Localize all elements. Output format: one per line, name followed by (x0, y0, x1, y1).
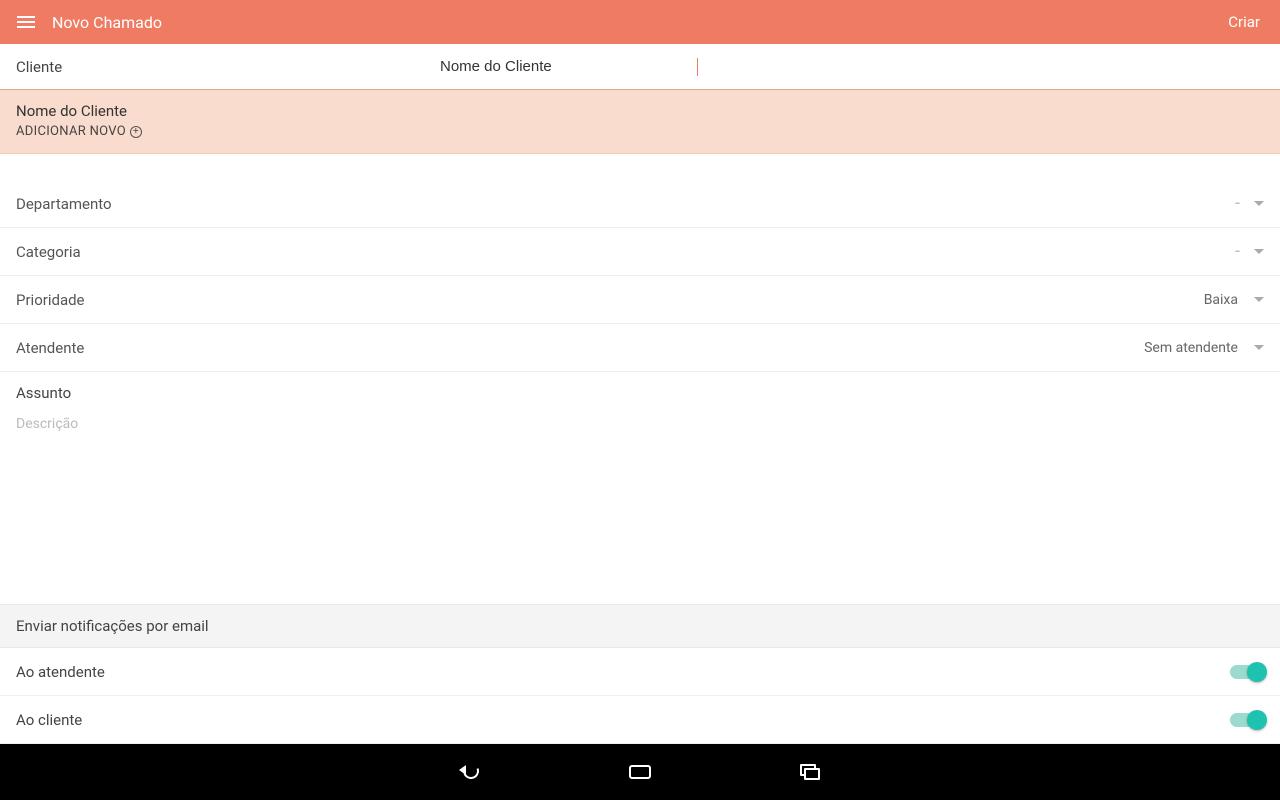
notify-agent-row: Ao atendente (0, 648, 1280, 696)
app-bar: Novo Chamado Criar (0, 0, 1280, 44)
department-value: - (1235, 195, 1240, 213)
nav-recent-button[interactable] (790, 752, 830, 792)
description-placeholder: Descrição (16, 416, 1264, 432)
nav-home-button[interactable] (620, 752, 660, 792)
priority-select[interactable]: Prioridade Baixa (0, 276, 1280, 324)
toggle-knob (1247, 710, 1267, 730)
client-input-wrap[interactable] (440, 44, 1280, 89)
notify-agent-label: Ao atendente (16, 663, 1230, 681)
notify-agent-toggle[interactable] (1230, 665, 1264, 679)
suggestion-name: Nome do Cliente (16, 102, 1264, 120)
subject-label: Assunto (16, 384, 1264, 402)
back-icon (459, 761, 481, 783)
android-nav-bar (0, 744, 1280, 800)
category-select[interactable]: Categoria - (0, 228, 1280, 276)
client-label: Cliente (0, 58, 440, 76)
agent-value: Sem atendente (1144, 340, 1238, 356)
agent-label: Atendente (16, 339, 1144, 357)
notify-client-row: Ao cliente (0, 696, 1280, 744)
form-content: Cliente Nome do Cliente ADICIONAR NOVO +… (0, 44, 1280, 744)
priority-value: Baixa (1204, 292, 1238, 308)
notifications-header: Enviar notificações por email (0, 604, 1280, 648)
subject-field[interactable]: Assunto (0, 372, 1280, 406)
department-label: Departamento (16, 195, 1235, 213)
recent-apps-icon (800, 764, 820, 780)
notify-client-label: Ao cliente (16, 711, 1230, 729)
priority-label: Prioridade (16, 291, 1204, 309)
chevron-down-icon (1254, 201, 1264, 206)
category-label: Categoria (16, 243, 1235, 261)
category-value: - (1235, 243, 1240, 261)
page-title: Novo Chamado (52, 13, 162, 32)
add-new-label: ADICIONAR NOVO (16, 124, 126, 139)
client-field-row: Cliente (0, 44, 1280, 90)
menu-button[interactable] (8, 4, 44, 40)
chevron-down-icon (1254, 249, 1264, 254)
client-input[interactable] (440, 58, 700, 75)
plus-circle-icon: + (130, 126, 142, 138)
notify-client-toggle[interactable] (1230, 713, 1264, 727)
client-suggestion[interactable]: Nome do Cliente ADICIONAR NOVO + (0, 90, 1280, 154)
home-icon (629, 765, 651, 779)
agent-select[interactable]: Atendente Sem atendente (0, 324, 1280, 372)
menu-icon (17, 21, 35, 23)
chevron-down-icon (1254, 297, 1264, 302)
nav-back-button[interactable] (450, 752, 490, 792)
add-new-client[interactable]: ADICIONAR NOVO + (16, 124, 1264, 139)
create-button[interactable]: Criar (1216, 13, 1272, 31)
toggle-knob (1247, 662, 1267, 682)
chevron-down-icon (1254, 345, 1264, 350)
description-field[interactable]: Descrição (0, 406, 1280, 442)
department-select[interactable]: Departamento - (0, 180, 1280, 228)
text-cursor (697, 58, 698, 76)
